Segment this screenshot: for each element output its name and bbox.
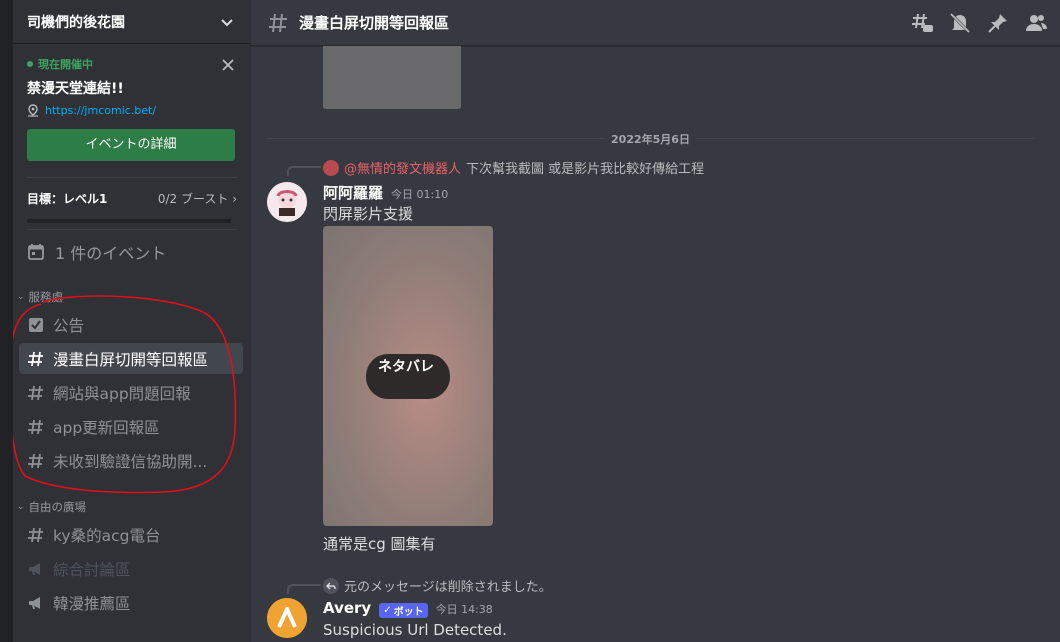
channel-sidebar: 司機們的後花園 現在開催中 禁漫天堂連結!! https://jmcomic.b…: [13, 0, 251, 642]
channel-item[interactable]: 公告: [19, 309, 243, 340]
channel-item[interactable]: app更新回報區: [19, 411, 243, 442]
channel-item[interactable]: 韓漫推薦區: [19, 587, 243, 618]
calendar-icon: [28, 244, 44, 260]
channel-item[interactable]: 漫畫白屏切開等回報區: [19, 343, 243, 374]
channel-name: 未收到驗證信協助開...: [53, 452, 208, 471]
channel-list: ⌄ 服務處 公告 漫畫白屏切開等回報區 網站與app問題回報 app更新回報區 未收到驗證信…: [13, 288, 251, 618]
reply-reference-deleted: 元のメッセージは削除されました。: [323, 576, 552, 595]
channel-name: 公告: [53, 316, 85, 335]
reply-arrow-icon: [323, 577, 339, 594]
message-caption: 通常是cg 圖集有: [323, 535, 436, 553]
reply-author: @無情的發文機器人: [344, 162, 462, 177]
date-divider: 2022年5月6日: [267, 131, 1034, 147]
member-list-icon[interactable]: [1024, 11, 1048, 35]
hash-icon: [28, 385, 43, 400]
server-name: 司機們的後花園: [27, 14, 125, 31]
event-status: 現在開催中: [38, 58, 93, 71]
channel-item[interactable]: ky桑的acg電台: [19, 519, 243, 550]
message-header: Avery ✓ ボット 今日 14:38: [323, 599, 493, 618]
category-header[interactable]: ⌄ 服務處: [13, 288, 251, 306]
verified-check-icon: ✓: [383, 605, 392, 616]
channel-name: 網站與app問題回報: [53, 384, 191, 403]
boost-row: 目標：レベル1 0/2 ブースト ›: [27, 190, 237, 207]
message-author[interactable]: Avery: [323, 599, 371, 617]
channel-name: ky桑的acg電台: [53, 526, 161, 545]
close-icon[interactable]: [221, 58, 235, 72]
reply-spine: [287, 584, 321, 594]
event-link-row: https://jmcomic.bet/: [27, 104, 237, 117]
announcement-icon: [29, 562, 40, 575]
notification-muted-icon[interactable]: [948, 11, 972, 35]
image-attachment[interactable]: [323, 46, 461, 109]
chevron-down-icon: ⌄: [17, 502, 25, 512]
category-header[interactable]: ⌄ 自由の廣場: [13, 498, 251, 516]
reply-reference[interactable]: @無情的發文機器人 下次幫我截圖 或是影片我比較好傳給工程: [323, 158, 704, 177]
hash-icon: [28, 527, 43, 542]
category-name: 自由の廣場: [28, 500, 87, 514]
boost-count: 0/2 ブースト: [157, 192, 229, 206]
message-header: 阿阿羅羅 今日 01:10: [323, 182, 448, 203]
chevron-right-icon: ›: [232, 192, 237, 206]
threads-icon[interactable]: [910, 11, 934, 35]
reply-avatar: [323, 159, 339, 176]
avatar-image: [267, 598, 307, 638]
channel-name: 綜合討論區: [53, 560, 131, 579]
reply-text: 下次幫我截圖 或是影片我比較好傳給工程: [466, 162, 705, 177]
server-header[interactable]: 司機們的後花園: [13, 0, 251, 44]
boost-count-wrap: 0/2 ブースト ›: [158, 190, 237, 207]
channel-name: 韓漫推薦區: [53, 594, 131, 613]
date-label: 2022年5月6日: [605, 131, 696, 147]
channel-name: 漫畫白屏切開等回報區: [53, 350, 209, 369]
guild-strip: [0, 0, 13, 642]
boost-progress-bar: [27, 219, 231, 223]
boost-goal[interactable]: 目標：レベル1 0/2 ブースト ›: [13, 178, 251, 223]
events-label: 1 件のイベント: [55, 244, 167, 263]
hash-icon: [28, 351, 43, 366]
bot-badge: ✓ ボット: [379, 603, 428, 618]
event-live-row: 現在開催中: [27, 56, 237, 72]
event-title: 禁漫天堂連結!!: [27, 81, 124, 97]
avatar-image: [267, 182, 307, 222]
chat-area: 2022年5月6日 @無情的發文機器人 下次幫我截圖 或是影片我比較好傳給工程 …: [251, 46, 1060, 642]
pin-icon[interactable]: [986, 11, 1010, 35]
spoiler-label: ネタバレ: [366, 354, 450, 399]
chevron-down-icon: ⌄: [17, 292, 25, 302]
message-text: Suspicious Url Detected.: [323, 621, 507, 639]
spoiler-attachment[interactable]: ネタバレ: [323, 226, 493, 526]
reply-deleted-text: 元のメッセージは削除されました。: [344, 580, 552, 595]
message-text: 閃屏影片支援: [323, 205, 414, 223]
events-row[interactable]: 1 件のイベント: [13, 232, 251, 272]
message-author[interactable]: 阿阿羅羅: [323, 182, 383, 203]
event-link[interactable]: https://jmcomic.bet/: [45, 104, 156, 117]
live-dot-icon: [27, 61, 33, 67]
announcement-icon: [29, 596, 40, 609]
boost-goal-label: 目標：レベル1: [27, 192, 108, 206]
divider: [27, 229, 237, 230]
reply-spine: [287, 166, 321, 176]
category-name: 服務處: [28, 290, 64, 304]
header-toolbar: [910, 11, 1048, 35]
bot-badge-label: ボット: [393, 607, 424, 618]
channel-name: app更新回報區: [53, 418, 160, 437]
chevron-down-icon[interactable]: [219, 14, 235, 30]
channel-header: 漫畫白屏切開等回報區: [251, 0, 1060, 46]
message-timestamp: 今日 14:38: [435, 603, 493, 616]
message-timestamp: 今日 01:10: [391, 188, 449, 201]
channel-item[interactable]: 網站與app問題回報: [19, 377, 243, 408]
location-pin-icon: [28, 104, 38, 117]
hash-icon: [269, 13, 287, 32]
channel-item[interactable]: 綜合討論區: [19, 553, 243, 584]
hash-icon: [28, 453, 43, 468]
avatar[interactable]: [267, 182, 307, 222]
rules-icon: [29, 317, 43, 332]
avatar[interactable]: [267, 598, 307, 638]
hash-icon: [28, 419, 43, 434]
event-details-button[interactable]: イベントの詳細: [27, 129, 235, 161]
event-card: 現在開催中 禁漫天堂連結!! https://jmcomic.bet/ イベント…: [13, 44, 251, 161]
channel-item[interactable]: 未收到驗證信協助開...: [19, 445, 243, 476]
channel-title: 漫畫白屏切開等回報區: [299, 14, 450, 32]
